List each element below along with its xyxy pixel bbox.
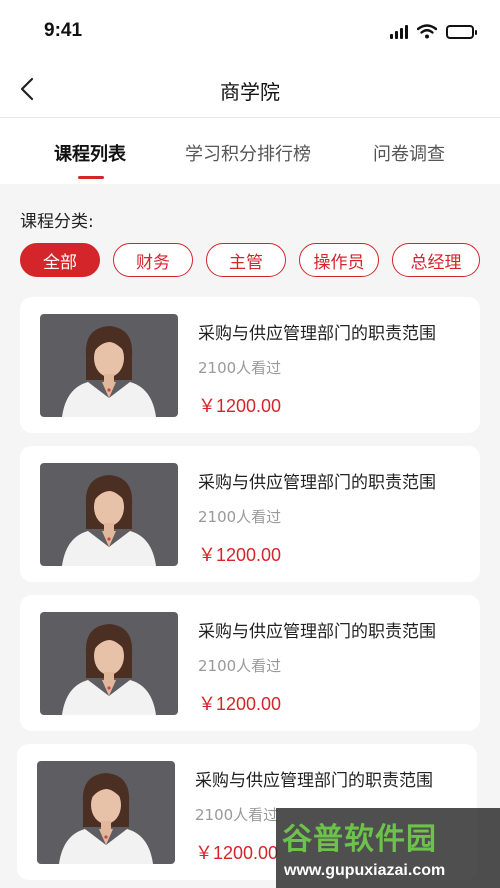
tab-points-ranking[interactable]: 学习积分排行榜 [185, 140, 311, 166]
status-time: 9:41 [44, 20, 83, 41]
course-card[interactable]: 采购与供应管理部门的职责范围 2100人看过 ￥1200.00 [20, 297, 480, 433]
course-title: 采购与供应管理部门的职责范围 [198, 324, 436, 344]
course-thumbnail [40, 314, 178, 417]
wifi-icon [417, 24, 437, 39]
watermark-url: www.gupuxiazai.com [284, 862, 446, 879]
course-title: 采购与供应管理部门的职责范围 [195, 771, 433, 791]
course-price: ￥1200.00 [198, 694, 282, 714]
course-views: 2100人看过 [198, 359, 282, 377]
watermark: 谷普软件园 www.gupuxiazai.com [276, 808, 500, 888]
course-thumbnail [37, 761, 175, 864]
category-chips: 全部 财务 主管 操作员 总经理 [20, 243, 480, 277]
active-tab-indicator [78, 176, 104, 179]
course-price: ￥1200.00 [198, 396, 282, 416]
course-thumbnail [40, 612, 178, 715]
tab-bar: 课程列表 学习积分排行榜 问卷调查 [0, 118, 500, 184]
course-price: ￥1200.00 [198, 545, 282, 565]
chip-all[interactable]: 全部 [20, 243, 100, 277]
chip-finance[interactable]: 财务 [113, 243, 193, 277]
course-card[interactable]: 采购与供应管理部门的职责范围 2100人看过 ￥1200.00 [20, 595, 480, 731]
navbar: 商学院 [0, 60, 500, 118]
tab-course-list[interactable]: 课程列表 [54, 140, 126, 166]
watermark-name: 谷普软件园 [282, 822, 437, 857]
chip-operator[interactable]: 操作员 [299, 243, 379, 277]
chip-general-manager[interactable]: 总经理 [392, 243, 480, 277]
status-icons [390, 24, 477, 39]
signal-icon [390, 24, 408, 39]
course-title: 采购与供应管理部门的职责范围 [198, 622, 436, 642]
course-title: 采购与供应管理部门的职责范围 [198, 473, 436, 493]
category-label: 课程分类: [20, 212, 94, 232]
course-price: ￥1200.00 [195, 843, 279, 863]
chip-supervisor[interactable]: 主管 [206, 243, 286, 277]
tab-survey[interactable]: 问卷调查 [373, 140, 445, 166]
status-bar: 9:41 [0, 0, 500, 60]
page-title: 商学院 [220, 80, 280, 104]
course-thumbnail [40, 463, 178, 566]
course-views: 2100人看过 [198, 657, 282, 675]
course-views: 2100人看过 [198, 508, 282, 526]
course-card[interactable]: 采购与供应管理部门的职责范围 2100人看过 ￥1200.00 [20, 446, 480, 582]
battery-icon [446, 24, 477, 39]
course-views: 2100人看过 [195, 806, 279, 824]
